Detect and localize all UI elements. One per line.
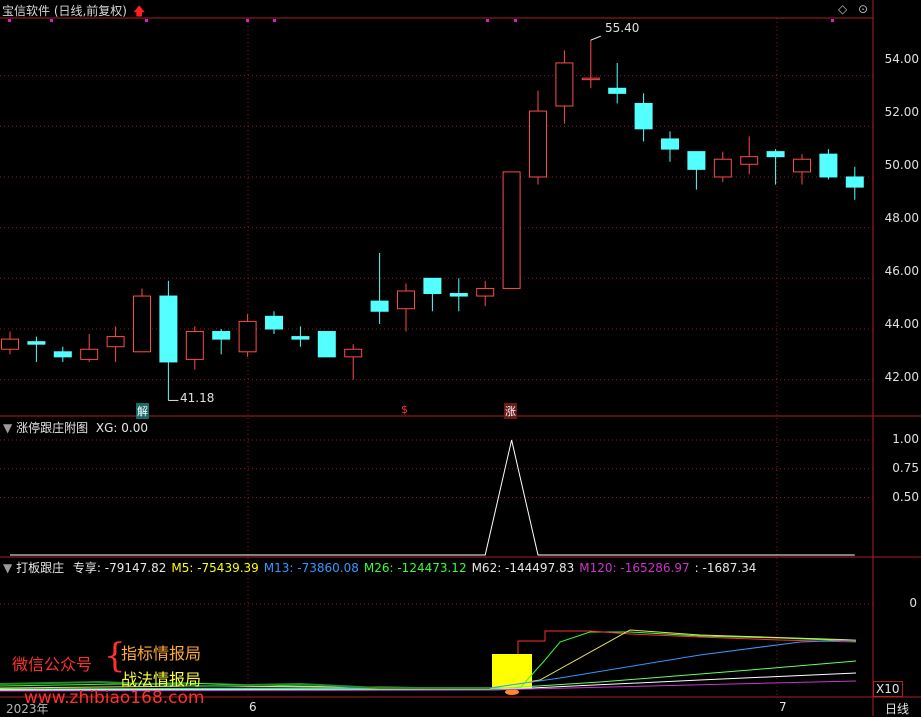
- indicator-item: M5: -75439.39: [171, 561, 259, 575]
- up-arrow-icon[interactable]: 🡅: [133, 4, 145, 18]
- candle-body: [793, 158, 811, 173]
- sub1-title: ▼ 涨停跟庄附图 XG: 0.00: [3, 421, 149, 435]
- candle-body: [476, 287, 495, 297]
- collapse-icon[interactable]: ▼: [3, 561, 12, 575]
- signal-block: [492, 654, 532, 689]
- candle-body: [555, 62, 574, 107]
- candle-body: [687, 151, 706, 170]
- indicator-item: 专享: -79147.82: [72, 561, 167, 575]
- candle-body: [845, 176, 864, 188]
- price-tick: 46.00: [884, 264, 919, 278]
- candle-body: [423, 277, 442, 295]
- candlestick-series: [1, 35, 864, 401]
- high-price-label: 55.40: [605, 21, 640, 35]
- month-label: 6: [249, 700, 257, 714]
- indicator-item: M120: -165286.97: [579, 561, 690, 575]
- candle-body: [397, 290, 415, 310]
- wechat-label: 微信公众号: [12, 655, 93, 674]
- indicator-item: M13: -73860.08: [263, 561, 359, 575]
- price-tick: 48.00: [884, 211, 919, 225]
- candle-body: [317, 331, 336, 358]
- price-tick: 54.00: [884, 52, 919, 66]
- marker-dot: [486, 19, 489, 22]
- price-tick: 42.00: [884, 370, 919, 384]
- candle-body: [344, 348, 363, 358]
- collapse-icon[interactable]: ▼: [3, 421, 12, 435]
- price-tick: 44.00: [884, 317, 919, 331]
- candle-body: [27, 341, 46, 345]
- candle-body: [766, 151, 785, 158]
- candle-body: [819, 153, 838, 178]
- price-tick: 50.00: [884, 158, 919, 172]
- sub2-tick: 0: [909, 596, 917, 610]
- sub1-tick: 1.00: [892, 432, 919, 446]
- candle-body: [740, 156, 759, 165]
- candle-body: [661, 138, 679, 150]
- sub1-tick: 0.50: [892, 490, 919, 504]
- dollar-marker[interactable]: $: [401, 403, 408, 416]
- candle-body: [238, 320, 257, 353]
- indicator-item: M26: -124473.12: [363, 561, 467, 575]
- candle-body: [1, 338, 19, 350]
- zoom-button[interactable]: X10: [873, 681, 903, 697]
- candle-body: [133, 295, 151, 353]
- candle-body: [185, 331, 204, 360]
- month-label: 7: [779, 700, 787, 714]
- marker-dot: [273, 19, 276, 22]
- high-leader: [590, 35, 601, 41]
- indicator-item: : -1687.34: [694, 561, 757, 575]
- candle-body: [581, 77, 600, 81]
- sub2-title: ▼ 打板跟庄 专享: -79147.82 M5: -75439.39 M13: -7…: [3, 561, 757, 575]
- unlock-marker[interactable]: 解: [136, 403, 149, 419]
- promo-line-1: 指标情报局: [121, 644, 202, 663]
- chart-canvas[interactable]: [0, 0, 921, 716]
- marker-dot: [145, 19, 148, 22]
- candle-body: [291, 336, 310, 340]
- indicator-item: M62: -144497.83: [471, 561, 575, 575]
- candle-body: [529, 110, 547, 178]
- limit-up-marker[interactable]: 涨: [504, 403, 517, 419]
- low-price-label: 41.18: [180, 391, 215, 405]
- candle-body: [80, 348, 99, 360]
- candle-body: [159, 295, 178, 363]
- year-label: 2023年: [6, 702, 49, 716]
- price-tick: 52.00: [884, 105, 919, 119]
- candle-body: [449, 293, 468, 297]
- period-button[interactable]: 日线: [885, 700, 909, 717]
- marker-dot: [514, 19, 517, 22]
- candle-body: [608, 87, 627, 94]
- target-icon[interactable]: ⊙: [858, 2, 868, 16]
- marker-dot: [831, 19, 834, 22]
- candle-body: [106, 336, 125, 348]
- candle-body: [265, 315, 283, 330]
- watermark: www.zhibiao168.com: [24, 688, 205, 708]
- diamond-icon[interactable]: ◇: [838, 2, 847, 16]
- promo-line-2: 战法情报局: [121, 670, 202, 689]
- marker-dot: [246, 19, 249, 22]
- indicator-values: 专享: -79147.82 M5: -75439.39 M13: -73860.08…: [68, 561, 757, 575]
- candle-body: [212, 331, 231, 340]
- window-title: 宝信软件 (日线,前复权) 🡅: [2, 4, 146, 18]
- candle-body: [713, 158, 732, 178]
- candle-body: [370, 300, 389, 312]
- candle-body: [502, 171, 521, 289]
- sub1-tick: 0.75: [892, 461, 919, 475]
- candle-body: [53, 351, 72, 358]
- candle-body: [634, 102, 653, 130]
